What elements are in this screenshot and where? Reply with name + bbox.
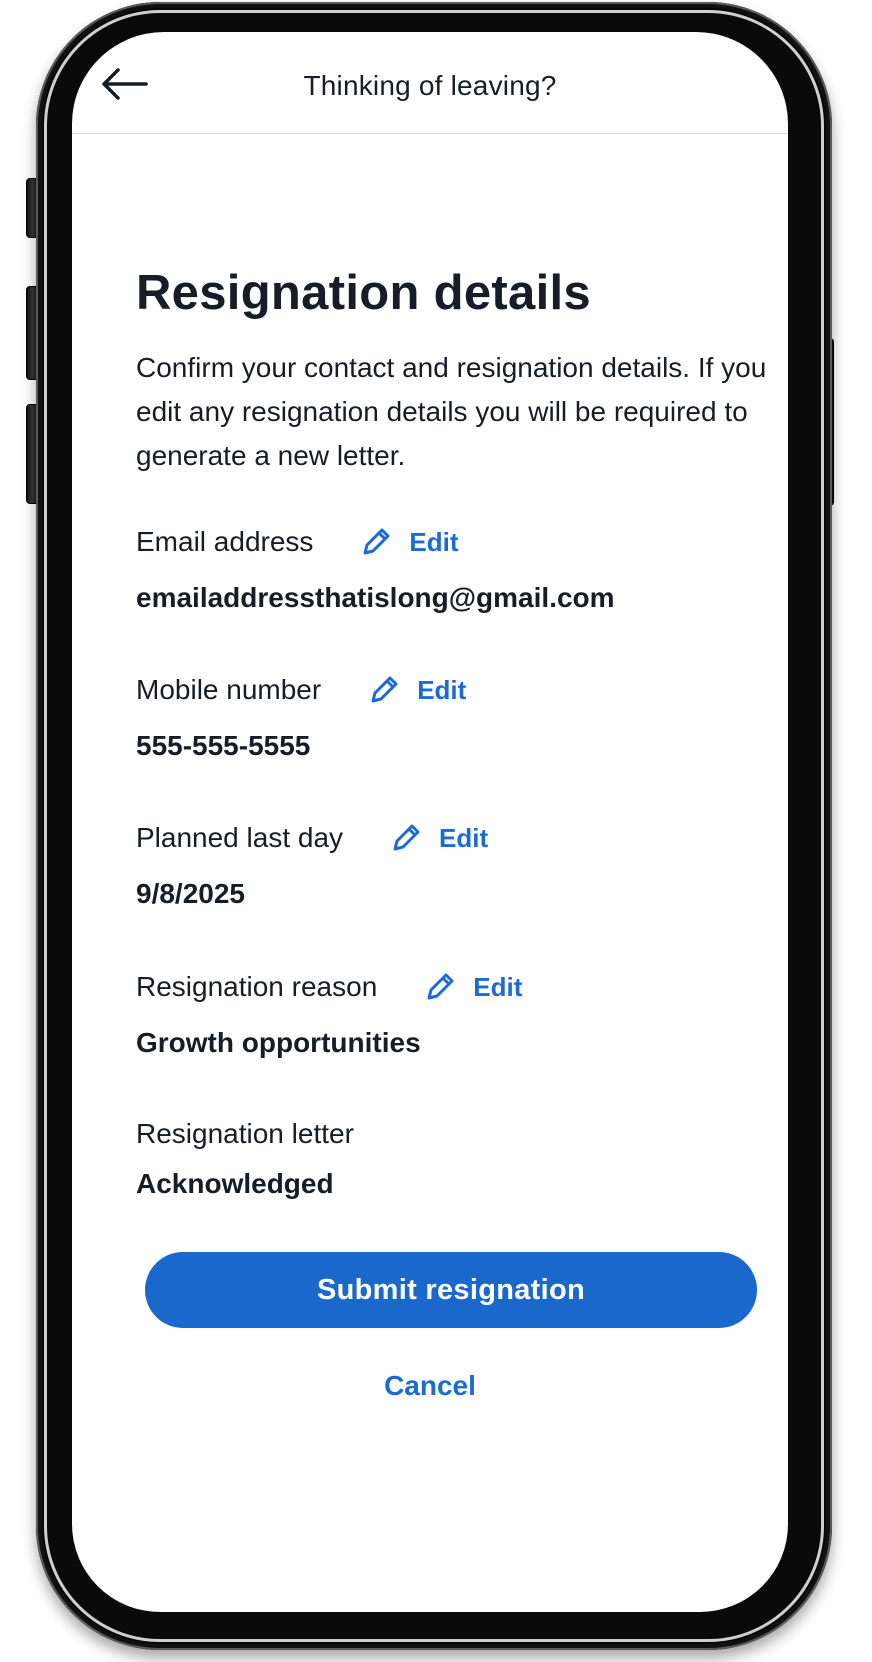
edit-mobile-number-button[interactable]: Edit <box>367 673 466 707</box>
email-label: Email address <box>136 526 314 557</box>
resignation-reason-field: Resignation reason Edit Growth opportuni… <box>136 967 756 1059</box>
mobile-number-value: 555-555-5555 <box>136 730 311 761</box>
email-value: emailaddressthatislong@gmail.com <box>136 582 615 613</box>
intro-section: Resignation details Confirm your contact… <box>136 262 776 478</box>
field-label-row: Resignation reason Edit <box>136 967 756 1007</box>
pencil-icon <box>393 824 420 851</box>
phone-screen: Thinking of leaving? Resignation details… <box>72 32 788 1612</box>
edit-planned-last-day-button[interactable]: Edit <box>389 821 488 855</box>
edit-label: Edit <box>409 526 459 557</box>
edit-label: Edit <box>417 674 467 705</box>
field-label-row: Resignation letter <box>136 1114 756 1154</box>
field-label-row: Mobile number Edit <box>136 670 756 710</box>
resignation-letter-value: Acknowledged <box>136 1168 334 1199</box>
pencil-icon <box>363 528 390 555</box>
cancel-button[interactable]: Cancel <box>72 1370 788 1402</box>
pencil-icon <box>427 973 454 1000</box>
mobile-number-field: Mobile number Edit 555-555-5555 <box>136 670 756 762</box>
resignation-reason-label: Resignation reason <box>136 971 378 1002</box>
resignation-letter-label: Resignation letter <box>136 1118 354 1149</box>
field-label-row: Email address Edit <box>136 522 756 562</box>
planned-last-day-label: Planned last day <box>136 822 344 853</box>
phone-frame: Thinking of leaving? Resignation details… <box>36 2 832 1650</box>
page-description: Confirm your contact and resignation det… <box>136 352 767 471</box>
planned-last-day-field: Planned last day Edit 9/8/2025 <box>136 818 756 910</box>
submit-resignation-button[interactable]: Submit resignation <box>145 1252 757 1328</box>
edit-label: Edit <box>439 822 489 853</box>
pencil-icon <box>371 676 398 703</box>
top-app-bar: Thinking of leaving? <box>72 32 788 134</box>
resignation-reason-value: Growth opportunities <box>136 1027 421 1058</box>
edit-email-button[interactable]: Edit <box>359 525 459 559</box>
mobile-number-label: Mobile number <box>136 674 322 705</box>
field-label-row: Planned last day Edit <box>136 818 756 858</box>
page-title: Resignation details <box>136 266 591 320</box>
email-field: Email address Edit emailaddressthatislon… <box>136 522 756 614</box>
resignation-letter-field: Resignation letter Acknowledged <box>136 1114 756 1200</box>
planned-last-day-value: 9/8/2025 <box>136 878 245 909</box>
edit-resignation-reason-button[interactable]: Edit <box>423 970 522 1004</box>
edit-label: Edit <box>473 971 523 1002</box>
header-title: Thinking of leaving? <box>303 70 557 101</box>
